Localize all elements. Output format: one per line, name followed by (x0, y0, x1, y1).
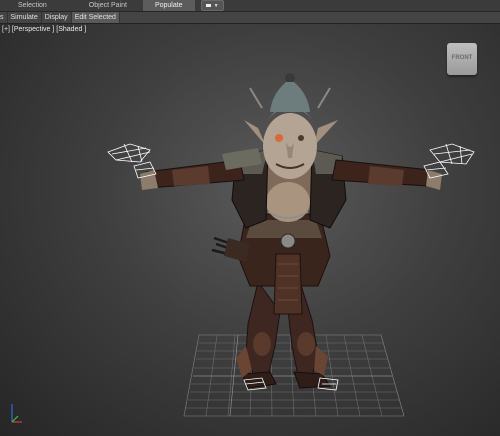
perspective-viewport[interactable]: [+] [Perspective ] [Shaded ] FRONT (0, 24, 500, 436)
menu-item-edit-selected[interactable]: Edit Selected (71, 12, 120, 23)
menu-item-simulate[interactable]: Simulate (8, 12, 42, 23)
tab-object-paint[interactable]: Object Paint (79, 0, 137, 11)
tab-populate[interactable]: Populate (142, 0, 195, 11)
tab-selection[interactable]: Selection (8, 0, 57, 11)
ribbon-tabs: Selection Object Paint Populate ▼ (0, 0, 500, 12)
menu-item-display[interactable]: Display (42, 12, 72, 23)
goblin-character-model (140, 73, 442, 389)
viewport-layout-icon[interactable]: ▼ (200, 0, 224, 11)
menu-item-truncated[interactable]: s (0, 12, 8, 23)
menu-bar: s Simulate Display Edit Selected (0, 12, 500, 24)
axis-tripod-icon (11, 404, 22, 423)
scene-canvas (11, 73, 475, 423)
